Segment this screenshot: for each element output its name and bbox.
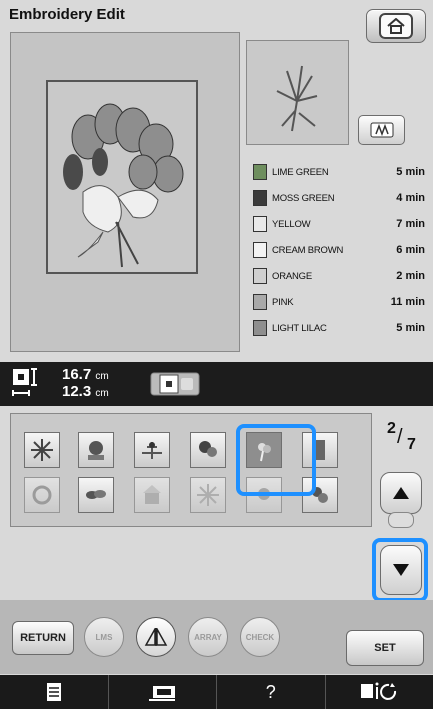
pattern-height: 16.7 cm <box>62 366 109 383</box>
sewing-machine-icon <box>149 686 176 701</box>
thread-color-view-button[interactable] <box>358 115 405 145</box>
pattern-thumbnail <box>246 40 349 145</box>
document-button[interactable] <box>0 675 109 709</box>
pattern-tile[interactable] <box>190 477 226 513</box>
pattern-tile[interactable] <box>78 477 114 513</box>
color-list-item: PINK 11 min <box>253 292 425 312</box>
pattern-size-bar: 16.7 cm 12.3 cm <box>0 362 433 406</box>
settings-icon <box>361 682 397 700</box>
home-button[interactable] <box>366 9 426 43</box>
pattern-tile[interactable] <box>24 477 60 513</box>
array-button[interactable]: ARRAY <box>188 617 228 657</box>
bottom-navigation-bar: ? <box>0 675 433 709</box>
page-title: Embroidery Edit <box>9 6 125 23</box>
crest-icon <box>88 441 104 460</box>
snowflake-icon <box>31 439 53 461</box>
thread-swatch <box>253 268 267 284</box>
lms-button[interactable]: LMS <box>84 617 124 657</box>
hoop-frame <box>46 80 198 274</box>
pattern-tile[interactable] <box>134 477 170 513</box>
thread-swatch <box>253 190 267 206</box>
flower-icon <box>199 441 217 457</box>
color-list-item: ORANGE 2 min <box>253 266 425 286</box>
pattern-tile[interactable] <box>24 432 60 468</box>
wreath-icon <box>32 485 52 505</box>
thread-swatch <box>253 216 267 232</box>
thread-swatch <box>253 242 267 258</box>
scroll-down-highlight <box>372 538 428 602</box>
thread-swatch <box>253 164 267 180</box>
thread-swatch <box>253 294 267 310</box>
scroll-up-button[interactable] <box>380 472 422 514</box>
pattern-tile[interactable] <box>190 432 226 468</box>
mirror-icon <box>144 628 168 646</box>
ribbon-icon <box>142 442 162 459</box>
color-list-item: LIME GREEN 5 min <box>253 162 425 182</box>
color-list-item: MOSS GREEN 4 min <box>253 188 425 208</box>
hoop-size-icon <box>150 372 200 396</box>
scroll-position-indicator <box>388 512 414 528</box>
pattern-tile[interactable] <box>78 432 114 468</box>
color-list-item: YELLOW 7 min <box>253 214 425 234</box>
thread-spool-icon <box>370 122 393 138</box>
mirror-button[interactable] <box>136 617 176 657</box>
help-button[interactable]: ? <box>217 675 326 709</box>
pattern-width: 12.3 cm <box>62 383 109 400</box>
help-icon: ? <box>265 681 276 702</box>
color-list-item: CREAM BROWN 6 min <box>253 240 425 260</box>
document-icon <box>46 683 61 701</box>
flower-bouquet-pattern <box>63 103 184 268</box>
thread-swatch <box>253 320 267 336</box>
house-icon <box>143 485 161 504</box>
triangle-up-icon <box>393 487 409 499</box>
settings-button[interactable] <box>326 675 433 709</box>
leaves-icon <box>86 490 106 499</box>
size-icon <box>12 368 37 396</box>
page-indicator: 2 / 7 <box>387 420 416 453</box>
check-button[interactable]: CHECK <box>240 617 280 657</box>
selected-highlight <box>236 424 316 496</box>
set-button[interactable]: SET <box>346 630 424 666</box>
star-icon <box>197 484 219 506</box>
color-list-item: LIGHT LILAC 5 min <box>253 318 425 338</box>
sewing-machine-button[interactable] <box>109 675 217 709</box>
pattern-tile[interactable] <box>134 432 170 468</box>
return-button[interactable]: RETURN <box>12 621 74 655</box>
home-icon <box>379 13 413 39</box>
